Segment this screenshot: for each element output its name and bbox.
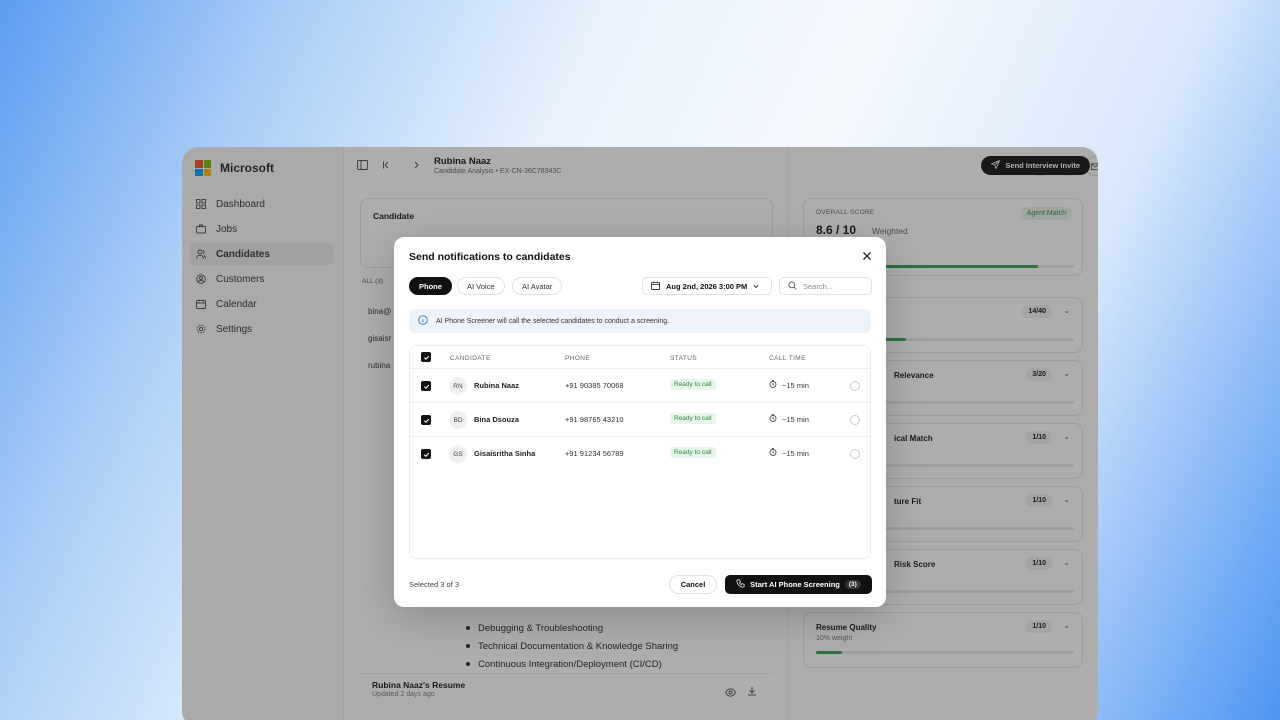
call-time-value: ~15 min bbox=[782, 414, 809, 424]
avatar: RN bbox=[449, 377, 467, 395]
info-icon bbox=[418, 315, 428, 327]
table-row[interactable]: RN Rubina Naaz +91 90385 70068 Ready to … bbox=[410, 368, 870, 402]
date-value: Aug 2nd, 2026 3:00 PM bbox=[666, 281, 748, 291]
call-time: ~15 min bbox=[769, 448, 809, 458]
info-banner: AI Phone Screener will call the selected… bbox=[409, 309, 871, 333]
avatar: BD bbox=[449, 411, 467, 429]
candidate-phone: +91 90385 70068 bbox=[565, 381, 624, 390]
tab-ai-avatar[interactable]: AI Avatar bbox=[512, 277, 563, 295]
cancel-button[interactable]: Cancel bbox=[669, 575, 717, 594]
row-checkbox[interactable] bbox=[421, 381, 431, 391]
call-time-value: ~15 min bbox=[782, 448, 809, 458]
row-radio[interactable] bbox=[850, 449, 860, 459]
row-checkbox[interactable] bbox=[421, 449, 431, 459]
row-radio[interactable] bbox=[850, 415, 860, 425]
candidate-name: Bina Dsouza bbox=[474, 415, 520, 424]
close-icon[interactable] bbox=[862, 250, 872, 262]
chevron-down-icon bbox=[753, 282, 759, 291]
date-picker-button[interactable]: Aug 2nd, 2026 3:00 PM bbox=[642, 277, 772, 295]
column-header: PHONE bbox=[565, 355, 591, 362]
tab-ai-voice[interactable]: AI Voice bbox=[457, 277, 505, 295]
call-time-value: ~15 min bbox=[782, 380, 809, 390]
table-row[interactable]: GS Gisaisritha Sinha +91 91234 56789 Rea… bbox=[410, 436, 870, 470]
status-badge: Ready to call bbox=[670, 379, 716, 390]
selected-count-badge: (3) bbox=[844, 580, 861, 589]
column-header: CANDIDATE bbox=[450, 355, 491, 362]
candidate-phone: +91 91234 56789 bbox=[565, 449, 624, 458]
modal-title: Send notifications to candidates bbox=[409, 251, 571, 263]
search-icon bbox=[788, 277, 797, 295]
select-all-checkbox[interactable] bbox=[421, 352, 431, 362]
candidate-phone: +91 98765 43210 bbox=[565, 415, 624, 424]
row-checkbox[interactable] bbox=[421, 415, 431, 425]
avatar: GS bbox=[449, 445, 467, 463]
candidate-name: Rubina Naaz bbox=[474, 381, 520, 390]
clock-icon bbox=[769, 448, 777, 458]
call-time: ~15 min bbox=[769, 380, 809, 390]
call-time: ~15 min bbox=[769, 414, 809, 424]
clock-icon bbox=[769, 414, 777, 424]
clock-icon bbox=[769, 380, 777, 390]
search-field[interactable] bbox=[779, 277, 872, 295]
row-radio[interactable] bbox=[850, 381, 860, 391]
candidates-table: CANDIDATE PHONE STATUS CALL TIME RN Rubi… bbox=[409, 345, 871, 559]
column-header: STATUS bbox=[670, 355, 698, 362]
selection-count: Selected 3 of 3 bbox=[409, 580, 460, 589]
column-header: CALL TIME bbox=[769, 355, 806, 362]
notification-modal: Send notifications to candidates Phone A… bbox=[394, 237, 886, 607]
info-text: AI Phone Screener will call the selected… bbox=[436, 317, 670, 325]
status-badge: Ready to call bbox=[670, 447, 716, 458]
start-label: Start AI Phone Screening bbox=[750, 580, 840, 589]
start-ai-phone-screening-button[interactable]: Start AI Phone Screening (3) bbox=[725, 575, 872, 594]
phone-call-icon bbox=[736, 579, 745, 590]
search-input[interactable] bbox=[803, 281, 863, 291]
tab-phone[interactable]: Phone bbox=[409, 277, 452, 295]
status-badge: Ready to call bbox=[670, 413, 716, 424]
table-row[interactable]: BD Bina Dsouza +91 98765 43210 Ready to … bbox=[410, 402, 870, 436]
calendar-icon bbox=[651, 280, 660, 292]
candidate-name: Gisaisritha Sinha bbox=[474, 449, 536, 458]
